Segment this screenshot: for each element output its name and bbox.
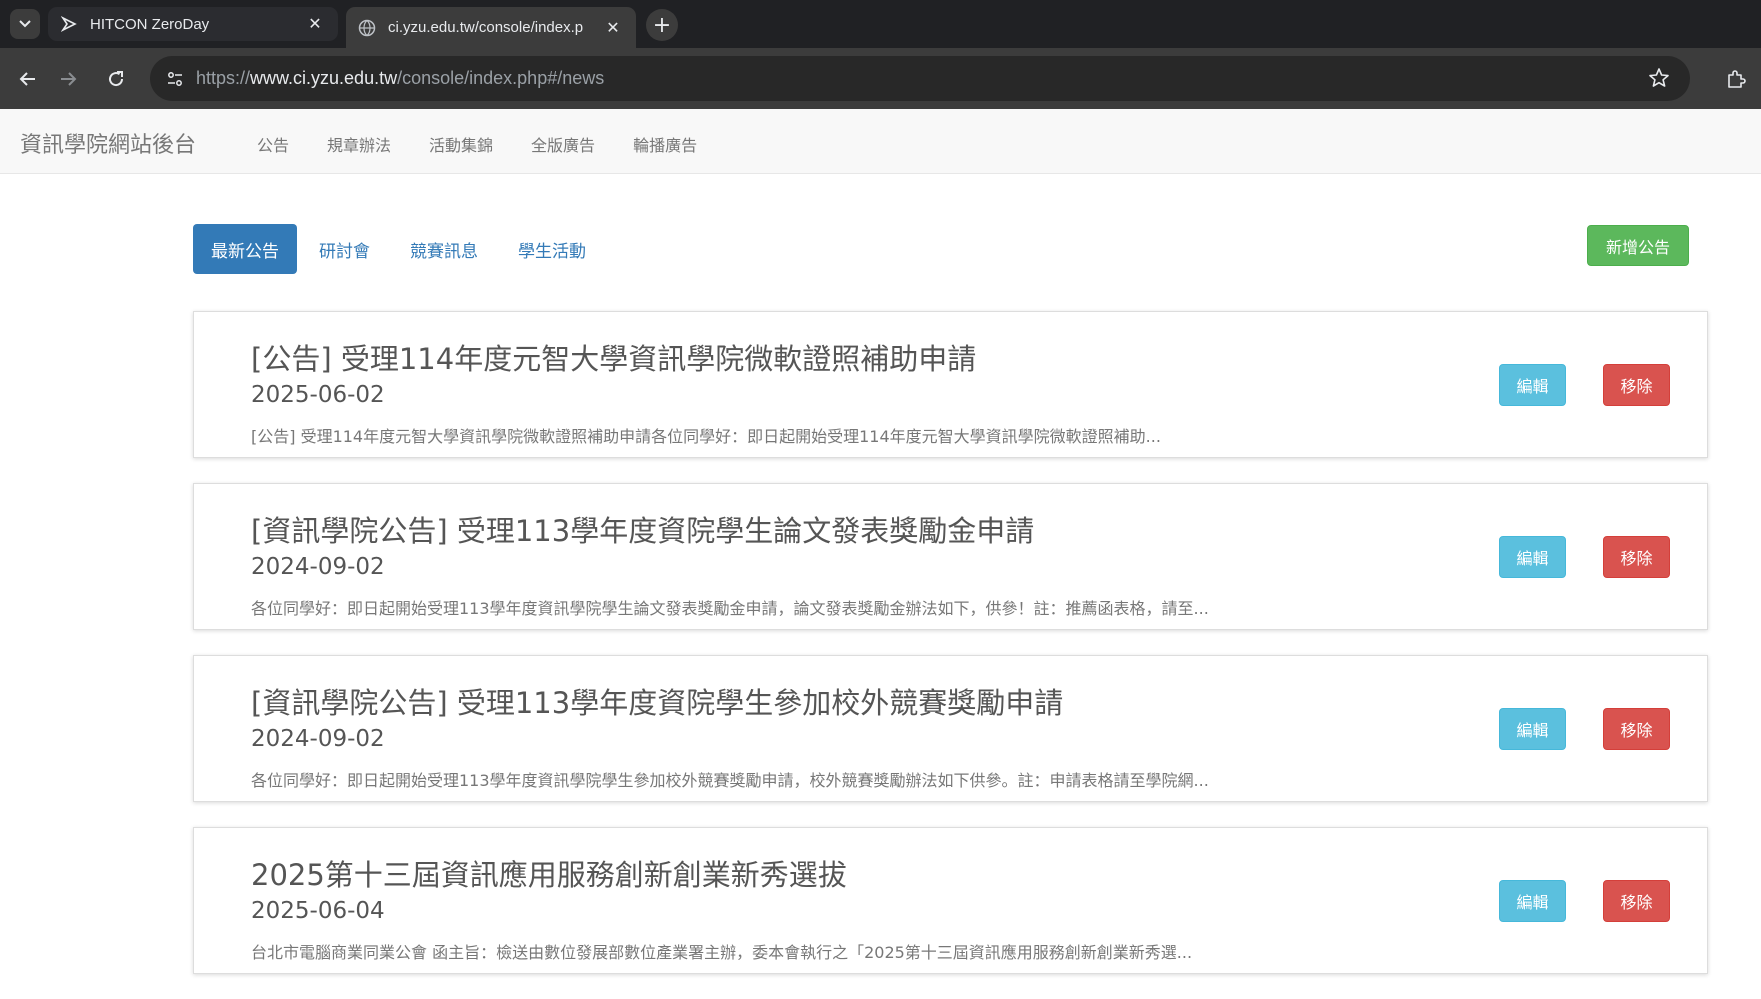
reload-button[interactable]	[100, 63, 132, 95]
new-tab-button[interactable]: +	[646, 9, 678, 41]
remove-button[interactable]: 移除	[1603, 708, 1670, 750]
navbar-brand[interactable]: 資訊學院網站後台	[20, 127, 196, 159]
news-item: [資訊學院公告] 受理113學年度資院學生參加校外競賽獎勵申請 2024-09-…	[193, 655, 1708, 802]
nav-link-announcements[interactable]: 公告	[238, 109, 308, 174]
address-bar[interactable]: https://www.ci.yzu.edu.tw/console/index.…	[150, 56, 1690, 101]
bookmark-star-icon[interactable]	[1648, 67, 1672, 91]
remove-button[interactable]: 移除	[1603, 880, 1670, 922]
news-date: 2025-06-04	[251, 898, 385, 924]
news-item: [資訊學院公告] 受理113學年度資院學生論文發表獎勵金申請 2024-09-0…	[193, 483, 1708, 630]
tab-seminars[interactable]: 研討會	[301, 224, 388, 274]
tab-latest-news[interactable]: 最新公告	[193, 224, 297, 274]
news-item: 2025第十三屆資訊應用服務創新創業新秀選拔 2025-06-04 台北市電腦商…	[193, 827, 1708, 974]
site-info-icon[interactable]	[162, 66, 188, 92]
url-host: www.ci.yzu.edu.tw	[250, 68, 398, 88]
globe-icon	[358, 19, 376, 37]
news-summary: 各位同學好：即日起開始受理113學年度資訊學院學生參加校外競賽獎勵申請，校外競賽…	[251, 771, 1209, 790]
browser-tab-bar: HITCON ZeroDay ✕ ci.yzu.edu.tw/console/i…	[0, 0, 1761, 48]
category-tabs: 最新公告 研討會 競賽訊息 學生活動	[193, 224, 608, 274]
news-item: [公告] 受理114年度元智大學資訊學院微軟證照補助申請 2025-06-02 …	[193, 311, 1708, 458]
news-title: [資訊學院公告] 受理113學年度資院學生參加校外競賽獎勵申請	[251, 686, 1064, 720]
news-summary: 各位同學好：即日起開始受理113學年度資訊學院學生論文發表獎勵金申請，論文發表獎…	[251, 599, 1209, 618]
nav-link-activities[interactable]: 活動集錦	[410, 109, 512, 174]
browser-tab-console[interactable]: ci.yzu.edu.tw/console/index.p ✕	[346, 7, 636, 48]
tab-student-activities[interactable]: 學生活動	[500, 224, 604, 274]
close-tab-icon[interactable]: ✕	[304, 14, 326, 34]
url-prefix: https://	[196, 68, 251, 88]
news-summary: 台北市電腦商業同業公會 函主旨：檢送由數位發展部數位產業署主辦，委本會執行之「2…	[251, 943, 1193, 962]
edit-button[interactable]: 編輯	[1499, 880, 1566, 922]
news-title: [資訊學院公告] 受理113學年度資院學生論文發表獎勵金申請	[251, 514, 1035, 548]
news-list: [公告] 受理114年度元智大學資訊學院微軟證照補助申請 2025-06-02 …	[193, 311, 1708, 999]
chevron-down-icon	[19, 20, 31, 28]
url-path: /console/index.php#/news	[397, 68, 605, 88]
news-date: 2024-09-02	[251, 554, 385, 580]
news-title: [公告] 受理114年度元智大學資訊學院微軟證照補助申請	[251, 342, 977, 376]
back-button[interactable]	[12, 63, 44, 95]
remove-button[interactable]: 移除	[1603, 364, 1670, 406]
nav-link-fullpage-ads[interactable]: 全版廣告	[512, 109, 614, 174]
nav-link-carousel-ads[interactable]: 輪播廣告	[614, 109, 716, 174]
site-navbar: 資訊學院網站後台 公告 規章辦法 活動集錦 全版廣告 輪播廣告	[0, 109, 1761, 174]
nav-link-regulations[interactable]: 規章辦法	[308, 109, 410, 174]
arrow-right-icon	[61, 72, 77, 86]
browser-tab-hitcon[interactable]: HITCON ZeroDay ✕	[48, 7, 338, 41]
remove-button[interactable]: 移除	[1603, 536, 1670, 578]
add-news-button[interactable]: 新增公告	[1587, 225, 1689, 266]
tab-competitions[interactable]: 競賽訊息	[392, 224, 496, 274]
close-tab-icon[interactable]: ✕	[602, 18, 624, 38]
edit-button[interactable]: 編輯	[1499, 708, 1566, 750]
puzzle-icon	[1728, 70, 1746, 88]
arrow-left-icon	[19, 72, 35, 86]
forward-button[interactable]	[52, 63, 84, 95]
hitcon-favicon-icon	[60, 15, 78, 33]
extensions-button[interactable]	[1720, 63, 1752, 95]
news-date: 2025-06-02	[251, 382, 385, 408]
browser-toolbar: https://www.ci.yzu.edu.tw/console/index.…	[0, 48, 1761, 109]
news-date: 2024-09-02	[251, 726, 385, 752]
edit-button[interactable]: 編輯	[1499, 364, 1566, 406]
news-summary: [公告] 受理114年度元智大學資訊學院微軟證照補助申請各位同學好：即日起開始受…	[251, 427, 1161, 446]
tab-search-button[interactable]	[10, 9, 40, 39]
navbar-links: 公告 規章辦法 活動集錦 全版廣告 輪播廣告	[238, 109, 716, 174]
edit-button[interactable]: 編輯	[1499, 536, 1566, 578]
reload-icon	[109, 71, 124, 87]
url-text[interactable]: https://www.ci.yzu.edu.tw/console/index.…	[196, 68, 604, 89]
news-title: 2025第十三屆資訊應用服務創新創業新秀選拔	[251, 858, 847, 892]
tab-title: HITCON ZeroDay	[90, 15, 210, 33]
plus-icon: +	[652, 12, 672, 38]
tab-title: ci.yzu.edu.tw/console/index.p	[388, 19, 584, 36]
